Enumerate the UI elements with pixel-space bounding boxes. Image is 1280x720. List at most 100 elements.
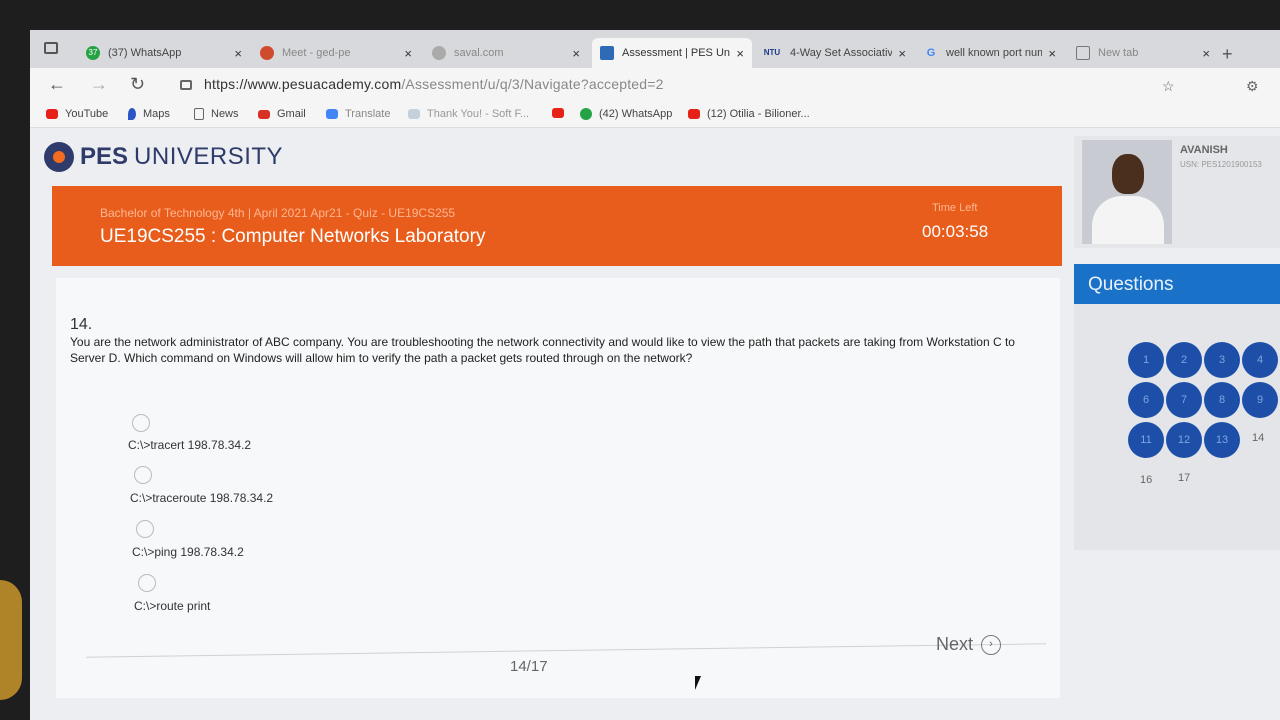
news-icon xyxy=(194,108,204,120)
question-nav-2[interactable]: 2 xyxy=(1166,342,1202,378)
course-banner: Bachelor of Technology 4th | April 2021 … xyxy=(52,186,1062,266)
tab-label: Assessment | PES Uni xyxy=(622,47,731,59)
bookmark-label: Maps xyxy=(143,108,170,120)
option-label-3[interactable]: C:\>ping 198.78.34.2 xyxy=(132,545,244,559)
meet-icon xyxy=(260,46,274,60)
question-nav-1[interactable]: 1 xyxy=(1128,342,1164,378)
question-nav-14[interactable]: 14 xyxy=(1252,432,1264,444)
question-nav-8[interactable]: 8 xyxy=(1204,382,1240,418)
collections-icon[interactable]: ⚙ xyxy=(1246,78,1259,95)
next-label: Next xyxy=(936,634,974,654)
tab-assessment[interactable]: Assessment | PES Uni × xyxy=(592,38,752,68)
course-subtitle: Bachelor of Technology 4th | April 2021 … xyxy=(100,206,456,220)
pes-logo[interactable]: PES UNIVERSITY xyxy=(44,142,283,172)
desk-light xyxy=(0,580,22,700)
option-label-4[interactable]: C:\>route print xyxy=(134,599,210,613)
tab-new[interactable]: New tab × xyxy=(1068,38,1218,68)
bookmark-softf[interactable]: Thank You! - Soft F... xyxy=(408,108,529,120)
question-nav-3[interactable]: 3 xyxy=(1204,342,1240,378)
close-tab-icon[interactable]: × xyxy=(898,46,906,61)
bookmark-label: Thank You! - Soft F... xyxy=(427,108,530,120)
close-tab-icon[interactable]: × xyxy=(736,46,744,61)
mouse-cursor-icon xyxy=(695,676,707,690)
option-label-2[interactable]: C:\>traceroute 198.78.34.2 xyxy=(130,491,273,505)
bookmark-label: (12) Otilia - Bilioner... xyxy=(707,108,810,120)
question-divider xyxy=(86,643,1046,658)
question-nav-11[interactable]: 11 xyxy=(1128,422,1164,458)
question-card: 14. You are the network administrator of… xyxy=(56,278,1060,698)
user-usn: USN: PES1201900153 xyxy=(1180,160,1262,169)
bookmark-youtube[interactable]: YouTube xyxy=(46,108,108,120)
option-radio-4[interactable] xyxy=(138,574,156,592)
bookmark-otilia[interactable]: (12) Otilia - Bilioner... xyxy=(688,108,810,120)
bookmark-youtube-2[interactable] xyxy=(552,108,571,118)
gmail-icon xyxy=(258,109,270,119)
question-nav-6[interactable]: 6 xyxy=(1128,382,1164,418)
youtube-icon xyxy=(688,109,700,119)
bookmark-label: (42) WhatsApp xyxy=(599,108,673,120)
question-progress: 14/17 xyxy=(510,658,548,675)
bookmark-maps[interactable]: Maps xyxy=(128,108,170,120)
bookmark-news[interactable]: News xyxy=(194,108,239,120)
pes-icon xyxy=(600,46,614,60)
tab-bar: 37 (37) WhatsApp × Meet - ged-pe × saval… xyxy=(30,30,1280,68)
youtube-icon xyxy=(552,108,564,118)
tab-actions-icon[interactable] xyxy=(44,42,58,54)
browser-window: 37 (37) WhatsApp × Meet - ged-pe × saval… xyxy=(30,30,1280,720)
avatar xyxy=(1082,140,1172,244)
bookmark-gmail[interactable]: Gmail xyxy=(258,108,306,120)
tab-saval[interactable]: saval.com × xyxy=(424,38,588,68)
new-tab-plus-icon[interactable]: + xyxy=(1222,44,1233,65)
question-nav-13[interactable]: 13 xyxy=(1204,422,1240,458)
next-button[interactable]: Next › xyxy=(936,634,1002,655)
close-tab-icon[interactable]: × xyxy=(1202,46,1210,61)
option-label-1[interactable]: C:\>tracert 198.78.34.2 xyxy=(128,438,251,452)
tab-google[interactable]: G well known port num × xyxy=(916,38,1064,68)
bookmark-whatsapp[interactable]: (42) WhatsApp xyxy=(580,108,672,120)
chevron-right-icon: › xyxy=(981,634,1002,655)
questions-header: Questions xyxy=(1074,264,1280,304)
question-nav-17[interactable]: 17 xyxy=(1178,472,1190,484)
tab-label: (37) WhatsApp xyxy=(108,47,182,59)
youtube-icon xyxy=(46,109,58,119)
question-nav-12[interactable]: 12 xyxy=(1166,422,1202,458)
close-tab-icon[interactable]: × xyxy=(404,46,412,61)
tab-whatsapp[interactable]: 37 (37) WhatsApp × xyxy=(78,38,250,68)
close-tab-icon[interactable]: × xyxy=(234,46,242,61)
option-radio-3[interactable] xyxy=(136,520,154,538)
lock-icon xyxy=(180,80,192,90)
questions-panel: Questions 1 2 3 4 6 7 8 9 11 12 13 14 16… xyxy=(1074,264,1280,550)
whatsapp-icon xyxy=(580,108,592,120)
question-nav-4[interactable]: 4 xyxy=(1242,342,1278,378)
page-icon xyxy=(432,46,446,60)
whatsapp-icon: 37 xyxy=(86,46,100,60)
new-tab-icon xyxy=(1076,46,1090,60)
translate-icon xyxy=(326,109,338,119)
bookmarks-bar: YouTube Maps News Gmail Translate Thank … xyxy=(30,102,1280,128)
close-tab-icon[interactable]: × xyxy=(1048,46,1056,61)
avatar-body xyxy=(1092,196,1164,244)
tab-label: Meet - ged-pe xyxy=(282,47,351,59)
ntu-icon: NTU xyxy=(763,48,781,57)
questions-title: Questions xyxy=(1088,274,1174,295)
bookmark-label: News xyxy=(211,108,239,120)
question-nav-16[interactable]: 16 xyxy=(1140,474,1152,486)
bookmark-label: Translate xyxy=(345,108,391,120)
time-left-value: 00:03:58 xyxy=(922,222,989,241)
logo-university: UNIVERSITY xyxy=(134,143,284,170)
url-field[interactable]: https://www.pesuacademy.com/Assessment/u… xyxy=(180,76,664,92)
bookmark-translate[interactable]: Translate xyxy=(326,108,390,120)
tab-ntu[interactable]: NTU 4-Way Set Associative × xyxy=(754,38,914,68)
reload-icon[interactable]: ↻ xyxy=(130,74,145,95)
option-radio-1[interactable] xyxy=(132,414,150,432)
option-radio-2[interactable] xyxy=(134,466,152,484)
tab-meet[interactable]: Meet - ged-pe × xyxy=(252,38,420,68)
question-number: 14. xyxy=(70,316,93,333)
question-text: You are the network administrator of ABC… xyxy=(70,335,1015,365)
forward-arrow-icon[interactable]: → xyxy=(90,74,108,95)
back-arrow-icon[interactable]: ← xyxy=(48,74,66,95)
question-nav-9[interactable]: 9 xyxy=(1242,382,1278,418)
favorite-star-icon[interactable]: ☆ xyxy=(1162,78,1175,95)
close-tab-icon[interactable]: × xyxy=(572,46,580,61)
question-nav-7[interactable]: 7 xyxy=(1166,382,1202,418)
